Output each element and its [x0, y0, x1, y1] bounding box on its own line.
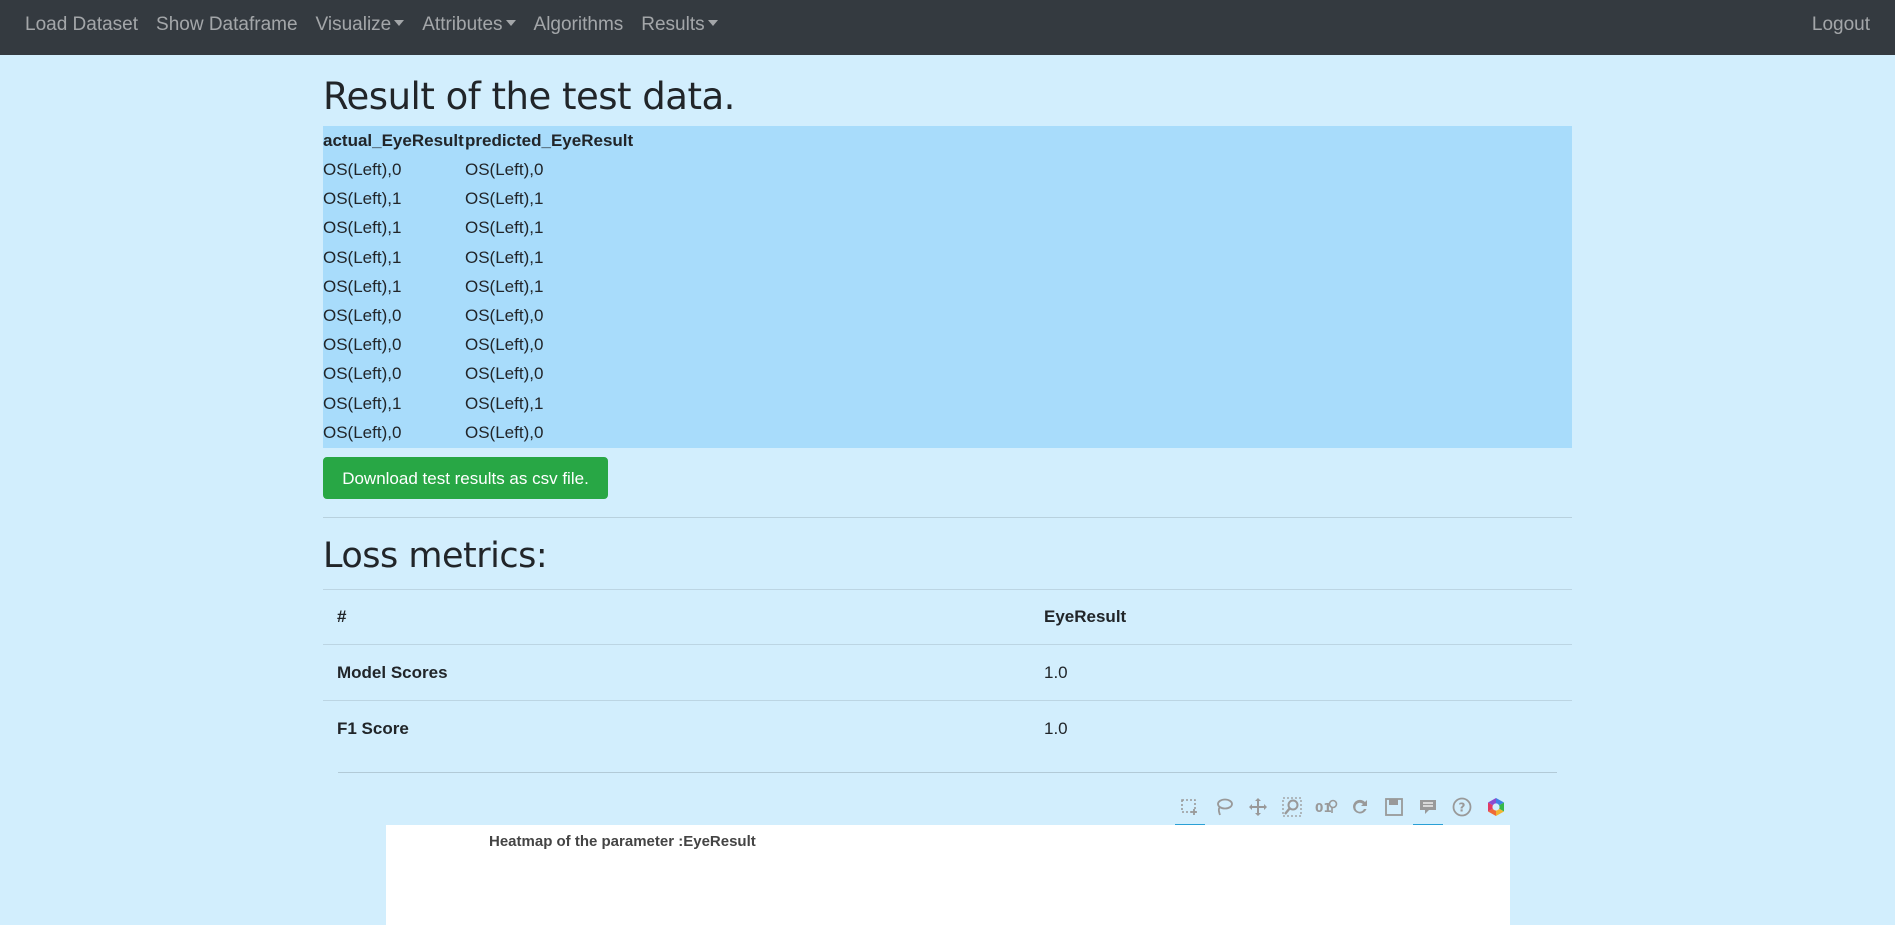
pan-icon[interactable]: [1241, 790, 1275, 824]
table-row: OS(Left),0 OS(Left),0: [323, 155, 633, 184]
logout-link[interactable]: Logout: [1803, 0, 1879, 55]
predicted-value: OS(Left),1: [465, 218, 544, 238]
nav-label: Visualize: [315, 14, 392, 35]
metrics-header-eyeresult: EyeResult: [1030, 589, 1572, 645]
metric-value: 1.0: [1030, 644, 1572, 701]
logo-icon[interactable]: [1479, 790, 1513, 824]
nav-visualize[interactable]: Visualize: [307, 0, 414, 55]
caret-down-icon: [707, 19, 718, 26]
divider: [323, 517, 1572, 518]
download-csv-button[interactable]: Download test results as csv file.: [323, 457, 608, 499]
metric-value: 1.0: [1030, 700, 1572, 756]
table-row: OS(Left),1 OS(Left),1: [323, 184, 633, 213]
nav-label: Show Dataframe: [156, 14, 298, 35]
predicted-value: OS(Left),1: [465, 247, 544, 267]
zoom-icon[interactable]: [1275, 790, 1309, 824]
results-title: Result of the test data.: [323, 75, 735, 118]
hover-icon[interactable]: [1411, 790, 1445, 826]
top-navbar: Load Dataset Show Dataframe Visualize Attri…: [0, 0, 1895, 55]
table-row: OS(Left),1 OS(Left),1: [323, 213, 633, 242]
actual-value: OS(Left),1: [323, 276, 402, 296]
nav-label: Algorithms: [533, 14, 624, 35]
table-row: OS(Left),1 OS(Left),1: [323, 272, 633, 301]
caret-down-icon: [394, 19, 405, 26]
actual-value: OS(Left),0: [323, 306, 402, 326]
predicted-value: OS(Left),0: [465, 364, 544, 384]
svg-text:?: ?: [1459, 801, 1466, 815]
column-header-predicted: predicted_EyeResult: [465, 131, 634, 150]
table-row: OS(Left),1 OS(Left),1: [323, 243, 633, 272]
predicted-value: OS(Left),0: [465, 160, 544, 180]
data-labels-icon[interactable]: 01: [1309, 790, 1343, 824]
results-header-row: actual_EyeResult predicted_EyeResult: [323, 126, 633, 155]
nav-attributes[interactable]: Attributes: [413, 0, 524, 55]
actual-value: OS(Left),0: [323, 160, 402, 180]
table-row: OS(Left),0 OS(Left),0: [323, 418, 633, 447]
box-select-icon[interactable]: [1173, 790, 1207, 826]
nav-label: Results: [641, 14, 705, 35]
nav-label: Attributes: [422, 14, 503, 35]
results-table: actual_EyeResult predicted_EyeResult OS(…: [323, 126, 1572, 448]
heatmap-plot[interactable]: Heatmap of the parameter :EyeResult: [386, 825, 1510, 925]
table-row: Model Scores 1.0: [323, 644, 1572, 701]
predicted-value: OS(Left),1: [465, 276, 544, 296]
help-icon[interactable]: ?: [1445, 790, 1479, 824]
predicted-value: OS(Left),0: [465, 335, 544, 355]
predicted-value: OS(Left),0: [465, 422, 544, 442]
nav-algorithms[interactable]: Algorithms: [525, 0, 633, 55]
predicted-value: OS(Left),0: [465, 306, 544, 326]
table-row: OS(Left),0 OS(Left),0: [323, 330, 633, 359]
nav-show-dataframe[interactable]: Show Dataframe: [147, 0, 307, 55]
metric-label: Model Scores: [323, 644, 1030, 701]
nav-load-dataset[interactable]: Load Dataset: [16, 0, 147, 55]
plot-modebar: 01 ?: [1173, 790, 1513, 826]
actual-value: OS(Left),1: [323, 247, 402, 267]
heatmap-title: Heatmap of the parameter :EyeResult: [489, 833, 756, 850]
divider: [338, 772, 1557, 773]
actual-value: OS(Left),1: [323, 393, 402, 413]
predicted-value: OS(Left),1: [465, 393, 544, 413]
actual-value: OS(Left),0: [323, 364, 402, 384]
predicted-value: OS(Left),1: [465, 189, 544, 209]
nav-label: Load Dataset: [25, 14, 139, 35]
caret-down-icon: [505, 19, 516, 26]
nav-results[interactable]: Results: [632, 0, 726, 55]
loss-metrics-title: Loss metrics:: [323, 536, 548, 576]
actual-value: OS(Left),0: [323, 422, 402, 442]
actual-value: OS(Left),1: [323, 218, 402, 238]
metrics-header-row: # EyeResult: [323, 589, 1572, 645]
loss-metrics-table: # EyeResult Model Scores 1.0 F1 Score 1.…: [323, 589, 1572, 756]
column-header-actual: actual_EyeResult: [323, 131, 464, 150]
metrics-header-index: #: [323, 589, 1030, 645]
metric-label: F1 Score: [323, 700, 1030, 756]
actual-value: OS(Left),1: [323, 189, 402, 209]
table-row: OS(Left),0 OS(Left),0: [323, 301, 633, 330]
table-row: OS(Left),0 OS(Left),0: [323, 359, 633, 388]
table-row: F1 Score 1.0: [323, 700, 1572, 756]
lasso-select-icon[interactable]: [1207, 790, 1241, 824]
table-row: OS(Left),1 OS(Left),1: [323, 389, 633, 418]
actual-value: OS(Left),0: [323, 335, 402, 355]
save-icon[interactable]: [1377, 790, 1411, 824]
reset-icon[interactable]: [1343, 790, 1377, 824]
